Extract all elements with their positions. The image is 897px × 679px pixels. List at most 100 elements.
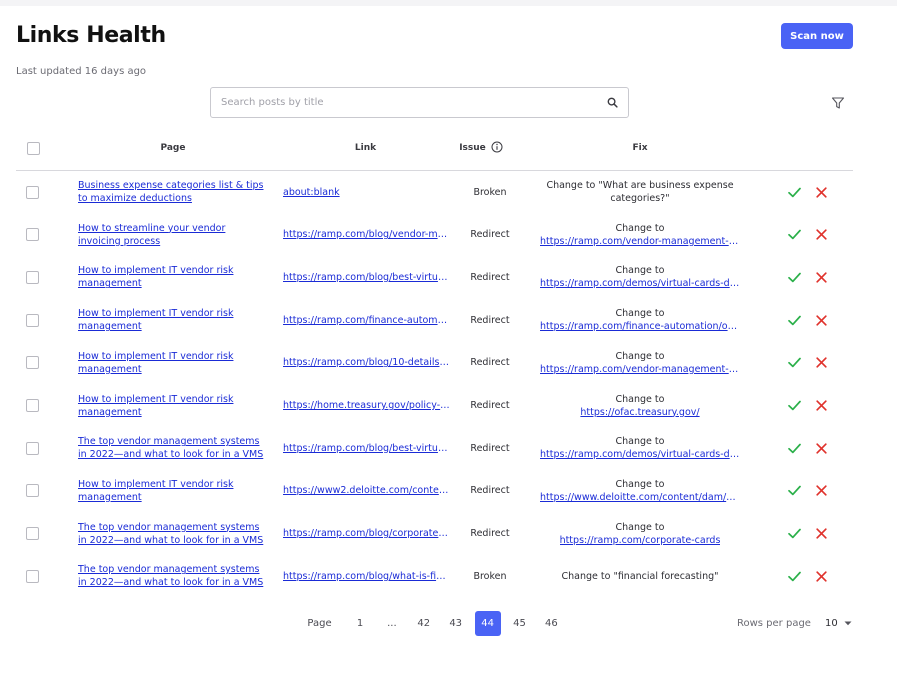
scan-now-button[interactable]: Scan now: [781, 23, 853, 49]
row-checkbox[interactable]: [26, 228, 39, 242]
broken-link-url[interactable]: https://ramp.com/blog/what-is-financial-…: [283, 571, 451, 582]
broken-link-url[interactable]: https://ramp.com/blog/corporate-cards: [283, 528, 451, 539]
approve-cell: [787, 427, 801, 469]
column-header-issue[interactable]: Issue: [456, 134, 506, 162]
link-cell: https://ramp.com/finance-automation-plat…: [283, 299, 451, 341]
check-icon[interactable]: [787, 399, 801, 413]
close-icon[interactable]: [814, 484, 828, 498]
page-link[interactable]: How to implement IT vendor risk manageme…: [78, 350, 264, 376]
check-icon[interactable]: [787, 569, 801, 583]
broken-link-url[interactable]: https://ramp.com/blog/best-virtual-cards: [283, 272, 451, 283]
row-select-cell: [26, 470, 39, 512]
fix-link[interactable]: https://ramp.com/corporate-cards: [560, 534, 721, 547]
close-icon[interactable]: [814, 356, 828, 370]
check-icon[interactable]: [787, 356, 801, 370]
table-row: How to streamline your vendor invoicing …: [16, 214, 853, 256]
close-icon[interactable]: [814, 527, 828, 541]
link-cell: https://www2.deloitte.com/content/dam/in…: [283, 470, 451, 512]
page-link[interactable]: How to implement IT vendor risk manageme…: [78, 264, 264, 290]
close-icon[interactable]: [814, 441, 828, 455]
rows-per-page-value: 10: [825, 618, 838, 629]
page-link[interactable]: Business expense categories list & tips …: [78, 179, 264, 205]
page-button-45[interactable]: 45: [507, 611, 533, 636]
close-icon[interactable]: [814, 228, 828, 242]
search-icon[interactable]: [606, 97, 618, 109]
check-icon[interactable]: [787, 441, 801, 455]
fix-link[interactable]: https://ramp.com/vendor-management-softw…: [540, 235, 740, 248]
link-cell: about:blank: [283, 171, 451, 213]
broken-link-url[interactable]: https://ramp.com/finance-automation-plat…: [283, 315, 451, 326]
column-header-link[interactable]: Link: [283, 134, 448, 162]
page-link[interactable]: How to implement IT vendor risk manageme…: [78, 307, 264, 333]
broken-link-url[interactable]: https://home.treasury.gov/policy-issues/…: [283, 400, 451, 411]
broken-link-url[interactable]: https://ramp.com/blog/vendor-management-…: [283, 229, 451, 240]
row-checkbox[interactable]: [26, 569, 39, 583]
row-checkbox[interactable]: [26, 185, 39, 199]
check-icon[interactable]: [787, 228, 801, 242]
check-icon[interactable]: [787, 527, 801, 541]
issue-cell: Broken: [459, 555, 521, 597]
table-row: How to implement IT vendor risk manageme…: [16, 299, 853, 341]
row-checkbox[interactable]: [26, 441, 39, 455]
reject-cell: [814, 513, 828, 555]
page-button-46[interactable]: 46: [538, 611, 564, 636]
page-button-44[interactable]: 44: [474, 611, 501, 636]
fix-link[interactable]: https://ramp.com/demos/virtual-cards-dem…: [540, 277, 740, 290]
approve-cell: [787, 256, 801, 298]
info-icon[interactable]: [491, 141, 503, 156]
page-button-1[interactable]: 1: [347, 611, 373, 636]
fix-link[interactable]: https://ramp.com/finance-automation/over…: [540, 320, 740, 333]
column-header-fix[interactable]: Fix: [535, 134, 745, 162]
page-link[interactable]: The top vendor management systems in 202…: [78, 521, 264, 547]
page-cell: The top vendor management systems in 202…: [78, 555, 264, 597]
pagination-ellipsis: ...: [387, 618, 397, 629]
check-icon[interactable]: [787, 484, 801, 498]
issue-label: Redirect: [470, 271, 510, 283]
row-checkbox[interactable]: [26, 399, 39, 412]
page-link[interactable]: How to implement IT vendor risk manageme…: [78, 393, 264, 419]
approve-cell: [787, 214, 801, 256]
page-link[interactable]: The top vendor management systems in 202…: [78, 435, 264, 461]
issue-cell: Redirect: [459, 256, 521, 298]
close-icon[interactable]: [814, 313, 828, 327]
approve-cell: [787, 555, 801, 597]
column-header-page[interactable]: Page: [78, 134, 268, 162]
broken-link-url[interactable]: about:blank: [283, 187, 451, 198]
search-input[interactable]: [221, 97, 606, 108]
close-icon[interactable]: [814, 399, 828, 413]
fix-link[interactable]: https://ofac.treasury.gov/: [580, 406, 699, 419]
approve-cell: [787, 171, 801, 213]
close-icon[interactable]: [814, 270, 828, 284]
select-all-checkbox[interactable]: [26, 141, 40, 155]
row-checkbox[interactable]: [26, 313, 39, 327]
check-icon[interactable]: [787, 185, 801, 199]
row-checkbox[interactable]: [26, 527, 39, 541]
rows-per-page-select[interactable]: 10: [825, 618, 852, 629]
fix-link[interactable]: https://ramp.com/demos/virtual-cards-dem…: [540, 448, 740, 461]
page-link[interactable]: How to streamline your vendor invoicing …: [78, 222, 264, 248]
close-icon[interactable]: [814, 569, 828, 583]
broken-link-url[interactable]: https://www2.deloitte.com/content/dam/in…: [283, 485, 451, 496]
row-checkbox[interactable]: [26, 484, 39, 498]
check-icon[interactable]: [787, 313, 801, 327]
search-box[interactable]: [210, 87, 629, 118]
fix-link[interactable]: https://ramp.com/vendor-management-softw…: [540, 363, 740, 376]
page-link[interactable]: The top vendor management systems in 202…: [78, 563, 264, 589]
issue-label: Broken: [473, 570, 507, 582]
filter-icon[interactable]: [831, 95, 845, 109]
row-checkbox[interactable]: [26, 356, 39, 370]
page-button-42[interactable]: 42: [411, 611, 437, 636]
row-select-cell: [26, 171, 39, 213]
page-button-43[interactable]: 43: [443, 611, 469, 636]
row-select-cell: [26, 342, 39, 384]
row-checkbox[interactable]: [26, 270, 39, 284]
fix-cell: Change to https://ramp.com/demos/virtual…: [535, 427, 745, 469]
page-cell: How to implement IT vendor risk manageme…: [78, 385, 264, 427]
fix-cell: Change to https://ramp.com/corporate-car…: [535, 513, 745, 555]
close-icon[interactable]: [814, 185, 828, 199]
page-link[interactable]: How to implement IT vendor risk manageme…: [78, 478, 264, 504]
broken-link-url[interactable]: https://ramp.com/blog/10-details-of-vend…: [283, 357, 451, 368]
check-icon[interactable]: [787, 270, 801, 284]
fix-link[interactable]: https://www.deloitte.com/content/dam/ass…: [540, 491, 740, 504]
broken-link-url[interactable]: https://ramp.com/blog/best-virtual-cards: [283, 443, 451, 454]
